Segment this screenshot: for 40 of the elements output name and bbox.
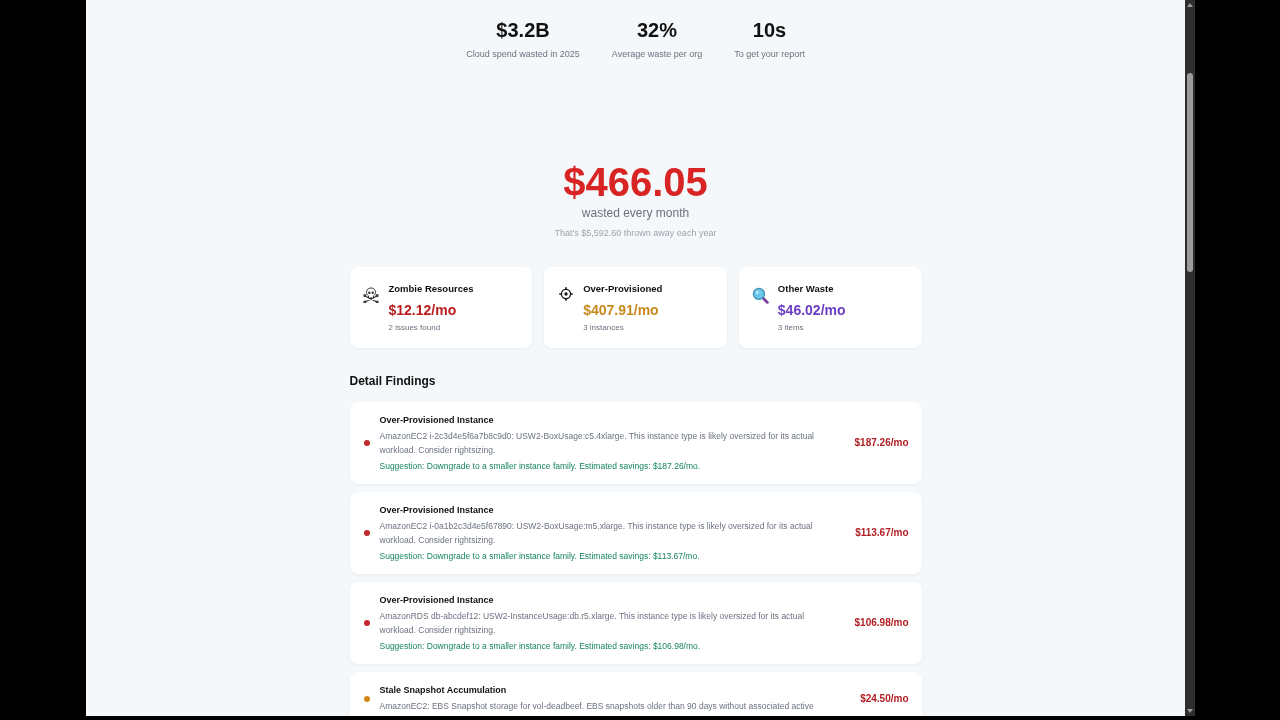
finding-description: AmazonEC2 i-0a1b2c3d4e5f67890: USW2-BoxUsage:m5.xlarge. This instance type is likely oversized for its actual workload. Consider rightsizing. (379, 520, 814, 547)
finding-suggestion: Suggestion: Downgrade to a smaller instance family. Estimated savings: $187.26/mo. (379, 460, 701, 472)
stat-label: Cloud spend wasted in 2025 (466, 48, 580, 60)
scroll-up-arrow-icon[interactable] (1187, 3, 1193, 7)
section-heading: Detail Findings (349, 373, 436, 389)
finding-description: AmazonEC2 i-2c3d4e5f6a7b8c9d0: USW2-BoxUsage:c5.4xlarge. This instance type is likely oversized for its actual workload. Consider rightsizing. (379, 430, 815, 457)
yearly-waste-note: That's $5,592.60 thrown away each year (554, 227, 717, 239)
card-amount: $46.02/mo (777, 301, 846, 319)
monthly-waste-amount: $466.05 (563, 160, 708, 204)
stat-value: 32% (637, 18, 678, 42)
finding-amount: $106.98/mo (854, 616, 909, 630)
finding-amount: $113.67/mo (855, 526, 909, 540)
crosshair-icon (558, 287, 573, 301)
stat-label: Average waste per org (611, 48, 703, 60)
finding-amount: $24.50/mo (860, 691, 909, 706)
skull-crossbones-icon (363, 287, 379, 303)
card-title: Over-Provisioned (583, 283, 663, 295)
monthly-waste-caption: wasted every month (581, 205, 690, 221)
finding-title: Over-Provisioned Instance (379, 504, 494, 516)
card-detail: 2 issues found (388, 322, 441, 333)
scroll-down-arrow-icon[interactable] (1187, 709, 1193, 713)
card-detail: 3 items (777, 322, 804, 333)
card-detail: 3 instances (583, 322, 624, 333)
card-amount: $12.12/mo (388, 301, 457, 319)
finding-suggestion: Suggestion: Downgrade to a smaller instance family. Estimated savings: $106.98/mo. (379, 640, 701, 652)
finding-suggestion: Suggestion: Downgrade to a smaller instance family. Estimated savings: $113.67/mo. (379, 550, 700, 562)
vertical-scrollbar[interactable] (1185, 0, 1195, 716)
finding-title: Stale Snapshot Accumulation (379, 684, 507, 696)
finding-description: AmazonRDS db-abcdef12: USW2-InstanceUsage:db.r5.xlarge. This instance type is likely oversized for its actual workload. Consider rightsizing. (379, 610, 806, 637)
card-title: Zombie Resources (388, 283, 474, 295)
finding-amount: $187.26/mo (854, 436, 909, 450)
stat-value: $3.2B (496, 18, 550, 42)
stat-value: 10s (752, 18, 787, 42)
finding-title: Over-Provisioned Instance (379, 594, 494, 606)
finding-title: Over-Provisioned Instance (379, 414, 494, 426)
card-title: Other Waste (777, 283, 834, 295)
stat-label: To get your report (734, 48, 805, 60)
finding-description: AmazonEC2: EBS Snapshot storage for vol-deadbeef. EBS snapshots older than 90 days without associated active (379, 700, 814, 713)
card-amount: $407.91/mo (583, 301, 659, 319)
search-icon (751, 287, 769, 304)
